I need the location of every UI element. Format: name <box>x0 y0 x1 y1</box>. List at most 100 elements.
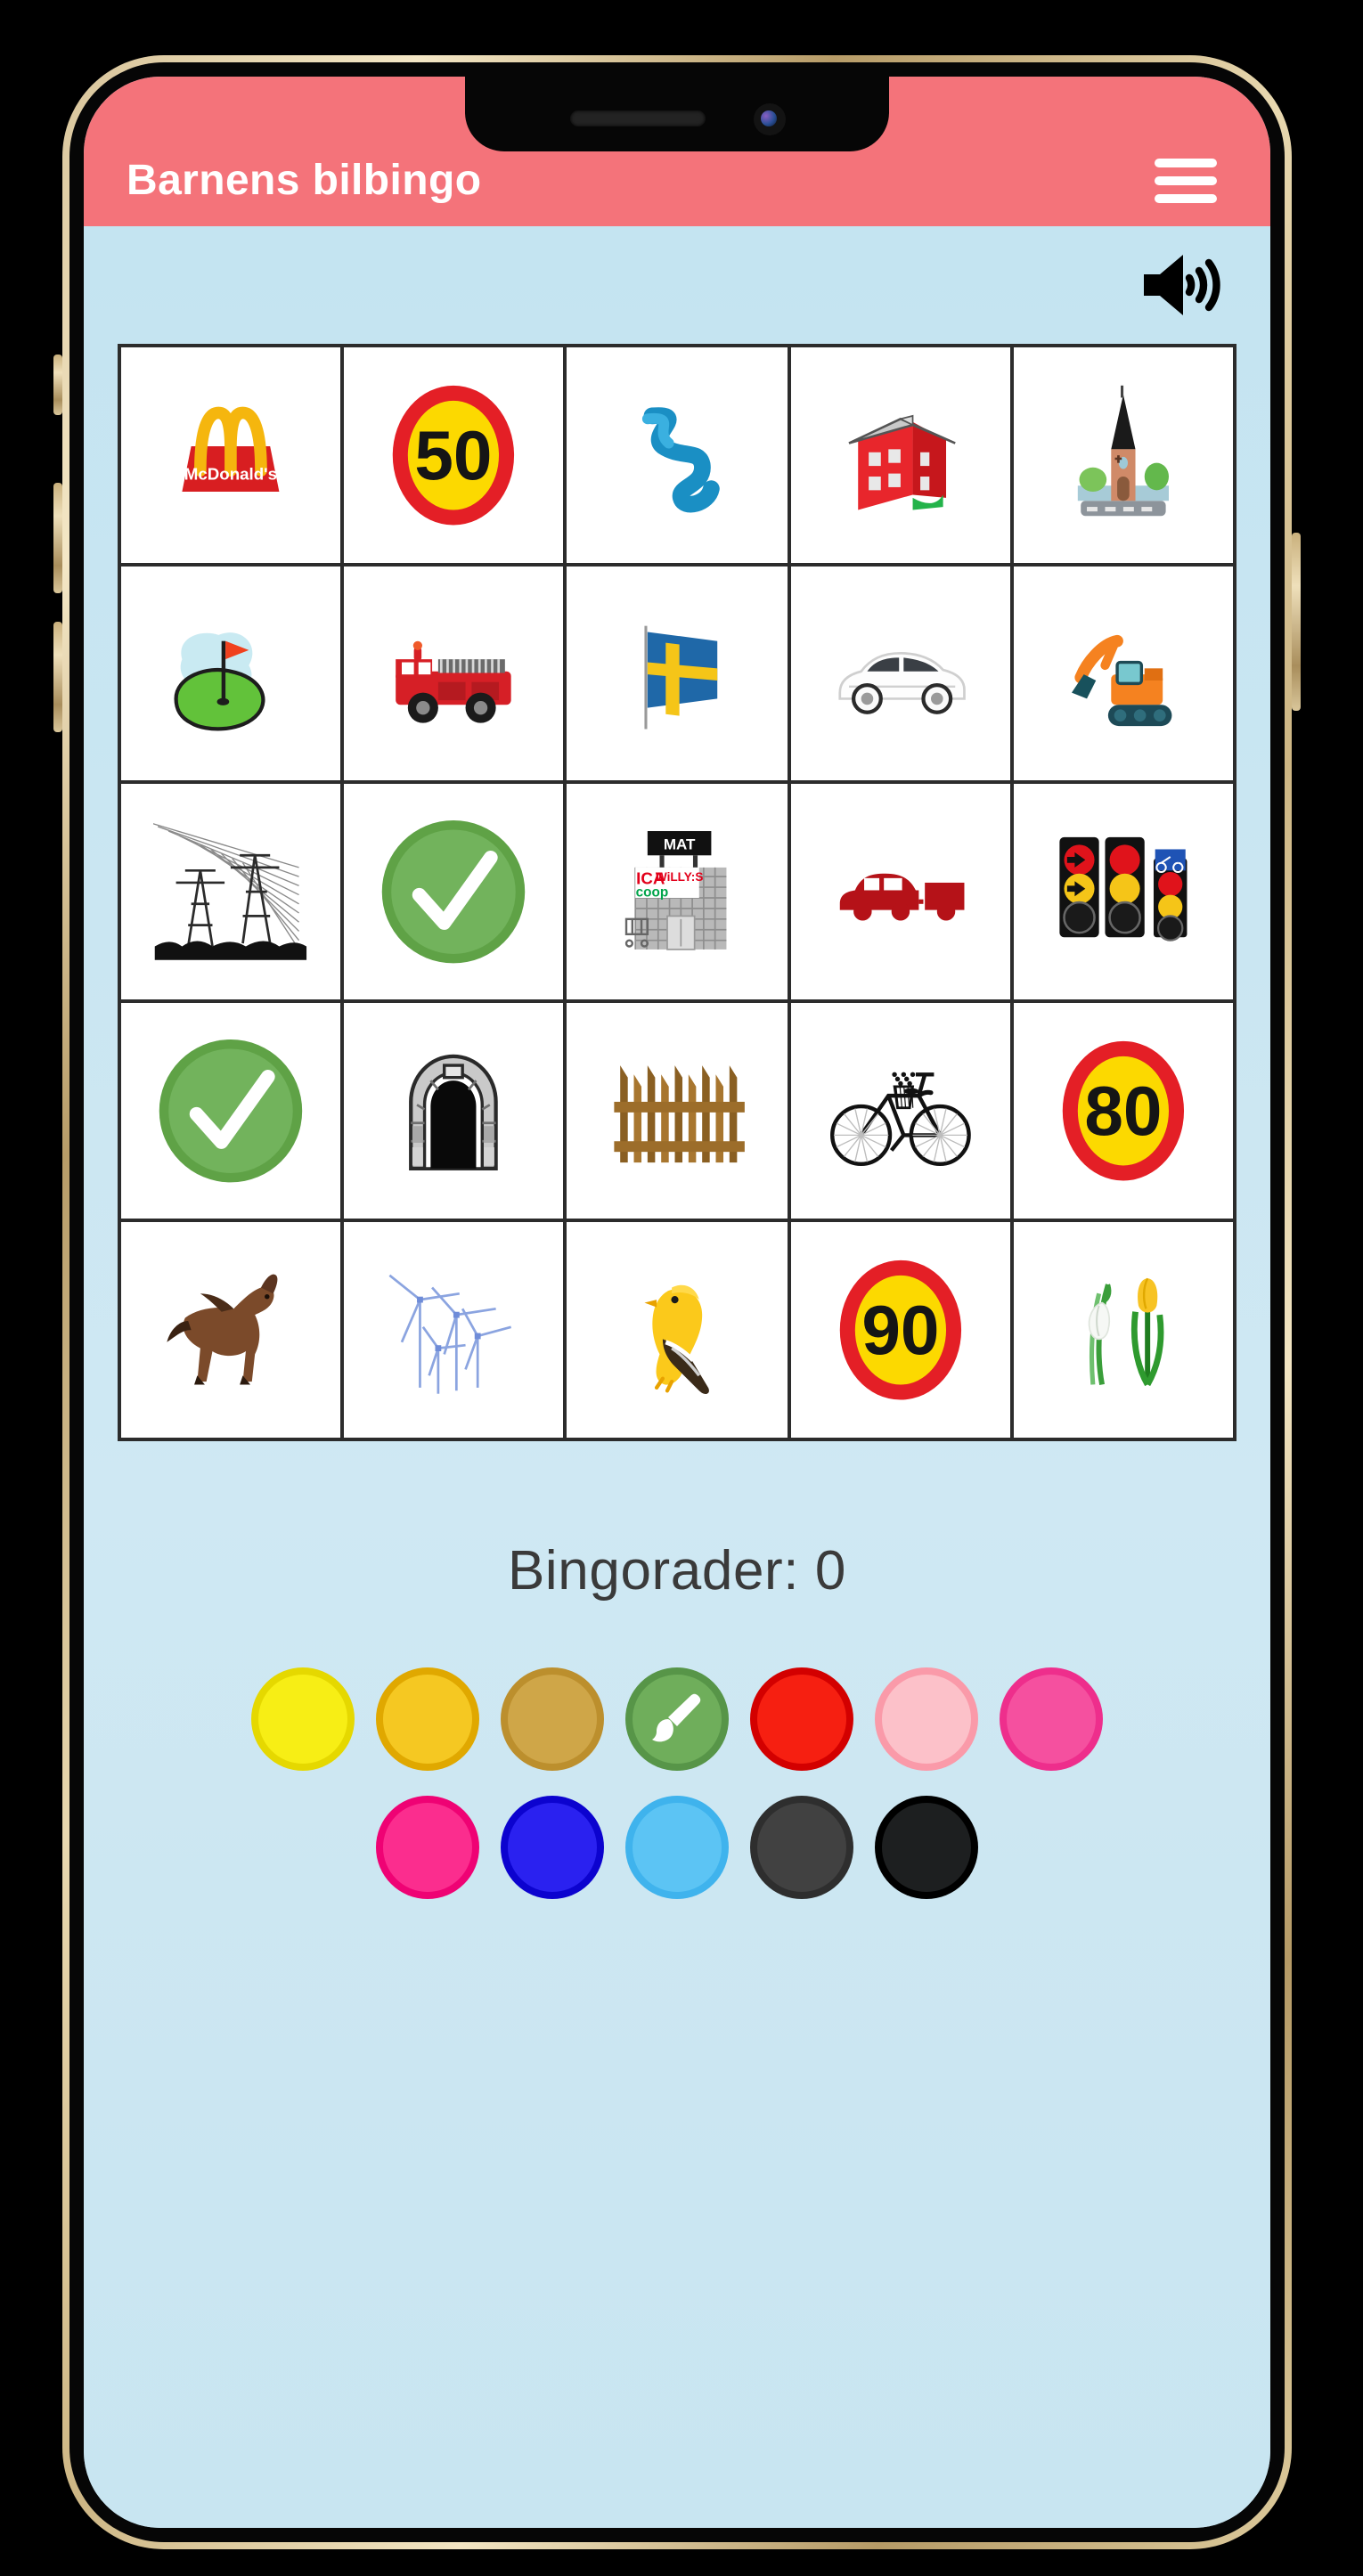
checkmark-icon <box>362 802 546 982</box>
bingo-cell-sign90[interactable]: 90 <box>790 1221 1010 1438</box>
bingo-cell-cartrailer[interactable] <box>790 784 1010 1000</box>
swedish-flag-icon <box>585 583 770 764</box>
color-swatch-fill <box>882 1802 971 1892</box>
color-swatch-fill <box>757 1802 846 1892</box>
svg-text:50: 50 <box>415 416 493 494</box>
mcdonalds-icon: McDonald's <box>139 364 323 545</box>
golf-course-icon <box>139 583 323 764</box>
car-trailer-icon <box>808 802 992 982</box>
bingo-cell-excavator[interactable] <box>1013 566 1233 781</box>
bingo-cell-bird[interactable] <box>567 1221 788 1438</box>
horse-icon <box>139 1239 323 1420</box>
bingo-cell-flowers[interactable] <box>1013 1221 1233 1438</box>
volume-up-button[interactable] <box>53 483 62 593</box>
color-swatch-yellow[interactable] <box>251 1667 355 1771</box>
bingo-cell-windmills[interactable] <box>344 1221 564 1438</box>
red-house-icon <box>808 364 992 545</box>
earpiece-speaker-icon <box>569 110 705 126</box>
bingo-cell-powerlines[interactable] <box>121 784 341 1000</box>
color-swatch-magenta[interactable] <box>376 1795 479 1899</box>
traffic-light-icon <box>1031 802 1215 982</box>
svg-text:McDonald's: McDonald's <box>184 464 277 483</box>
bingo-cell-tunnel[interactable] <box>344 1003 564 1219</box>
color-swatch-dark-gold[interactable] <box>501 1667 604 1771</box>
hamburger-menu-icon[interactable] <box>1155 159 1217 203</box>
bingo-cell-fence[interactable] <box>567 1003 788 1219</box>
color-swatch-light-pink[interactable] <box>875 1667 978 1771</box>
color-swatch-fill <box>383 1802 472 1892</box>
volume-down-button[interactable] <box>53 622 62 732</box>
color-swatch-hot-pink[interactable] <box>1000 1667 1103 1771</box>
bingo-cell-sign50[interactable]: 50 <box>344 347 564 563</box>
svg-text:90: 90 <box>861 1291 939 1369</box>
fire-truck-icon <box>362 583 546 764</box>
fence-icon <box>585 1021 770 1202</box>
color-swatch-blue[interactable] <box>501 1795 604 1899</box>
bingo-cell-river[interactable] <box>567 347 788 563</box>
bingo-cell-church[interactable] <box>1013 347 1233 563</box>
color-palette-row-2 <box>118 1795 1236 1899</box>
bingo-cell-horse[interactable] <box>121 1221 341 1438</box>
color-swatch-fill <box>383 1674 472 1764</box>
bingo-cell-flag[interactable] <box>567 566 788 781</box>
bingo-cell-marked-a[interactable] <box>344 784 564 1000</box>
bingo-cell-marked-b[interactable] <box>121 1003 341 1219</box>
speaker-icon[interactable] <box>1140 251 1226 319</box>
color-swatch-red[interactable] <box>750 1667 853 1771</box>
flowers-icon <box>1031 1239 1215 1420</box>
river-icon <box>585 364 770 545</box>
white-car-icon <box>808 583 992 764</box>
color-swatch-dark-gray[interactable] <box>750 1795 853 1899</box>
tunnel-icon <box>362 1021 546 1202</box>
bingo-cell-golf[interactable] <box>121 566 341 781</box>
color-swatch-fill <box>633 1802 722 1892</box>
svg-text:coop: coop <box>635 885 668 901</box>
svg-text:80: 80 <box>1084 1072 1162 1150</box>
excavator-icon <box>1031 583 1215 764</box>
silence-switch[interactable] <box>53 355 62 415</box>
page-title: Barnens bilbingo <box>127 157 482 205</box>
phone-notch <box>465 77 889 151</box>
power-lines-icon <box>139 802 323 982</box>
color-swatch-fill <box>882 1674 971 1764</box>
color-swatch-fill <box>1007 1674 1096 1764</box>
app-body: McDonald's 50 MAT ICA WiLLY:S coop 80 90 Bingor… <box>84 226 1270 2528</box>
color-swatch-green[interactable] <box>625 1667 729 1771</box>
color-swatch-golden[interactable] <box>376 1667 479 1771</box>
front-camera-icon <box>753 102 785 135</box>
grocery-store-icon: MAT ICA WiLLY:S coop <box>585 802 770 982</box>
bingo-grid: McDonald's 50 MAT ICA WiLLY:S coop 80 90 <box>118 344 1236 1441</box>
color-swatch-black[interactable] <box>875 1795 978 1899</box>
color-swatch-light-blue[interactable] <box>625 1795 729 1899</box>
color-swatch-fill <box>258 1674 347 1764</box>
sound-toolbar <box>118 226 1236 344</box>
paintbrush-icon <box>649 1690 706 1747</box>
phone-device: Barnens bilbingo McDonald's 50 MAT ICA WiLLY… <box>53 55 1301 2549</box>
bingo-cell-trafficlight[interactable] <box>1013 784 1233 1000</box>
color-swatch-fill <box>508 1802 597 1892</box>
phone-screen: Barnens bilbingo McDonald's 50 MAT ICA WiLLY… <box>84 77 1270 2528</box>
color-palette-row-1 <box>118 1667 1236 1771</box>
bingo-cell-grocery[interactable]: MAT ICA WiLLY:S coop <box>567 784 788 1000</box>
color-palette <box>118 1667 1236 1923</box>
bingo-cell-mcdonalds[interactable]: McDonald's <box>121 347 341 563</box>
power-button[interactable] <box>1292 533 1301 711</box>
bicycle-icon <box>808 1021 992 1202</box>
bingo-rows-counter: Bingorader: 0 <box>507 1538 847 1602</box>
wind-turbine-icon <box>362 1239 546 1420</box>
bingo-cell-firetruck[interactable] <box>344 566 564 781</box>
svg-text:WiLLY:S: WiLLY:S <box>655 871 703 884</box>
svg-text:MAT: MAT <box>663 836 695 853</box>
bingo-cell-whitecar[interactable] <box>790 566 1010 781</box>
church-icon <box>1031 364 1215 545</box>
speed-sign-50-icon: 50 <box>362 364 546 545</box>
color-swatch-fill <box>757 1674 846 1764</box>
speed-sign-90-icon: 90 <box>808 1239 992 1420</box>
speed-sign-80-icon: 80 <box>1031 1021 1215 1202</box>
checkmark-icon <box>139 1021 323 1202</box>
bingo-cell-redhouse[interactable] <box>790 347 1010 563</box>
bingo-cell-bicycle[interactable] <box>790 1003 1010 1219</box>
bingo-cell-sign80[interactable]: 80 <box>1013 1003 1233 1219</box>
color-swatch-fill <box>508 1674 597 1764</box>
